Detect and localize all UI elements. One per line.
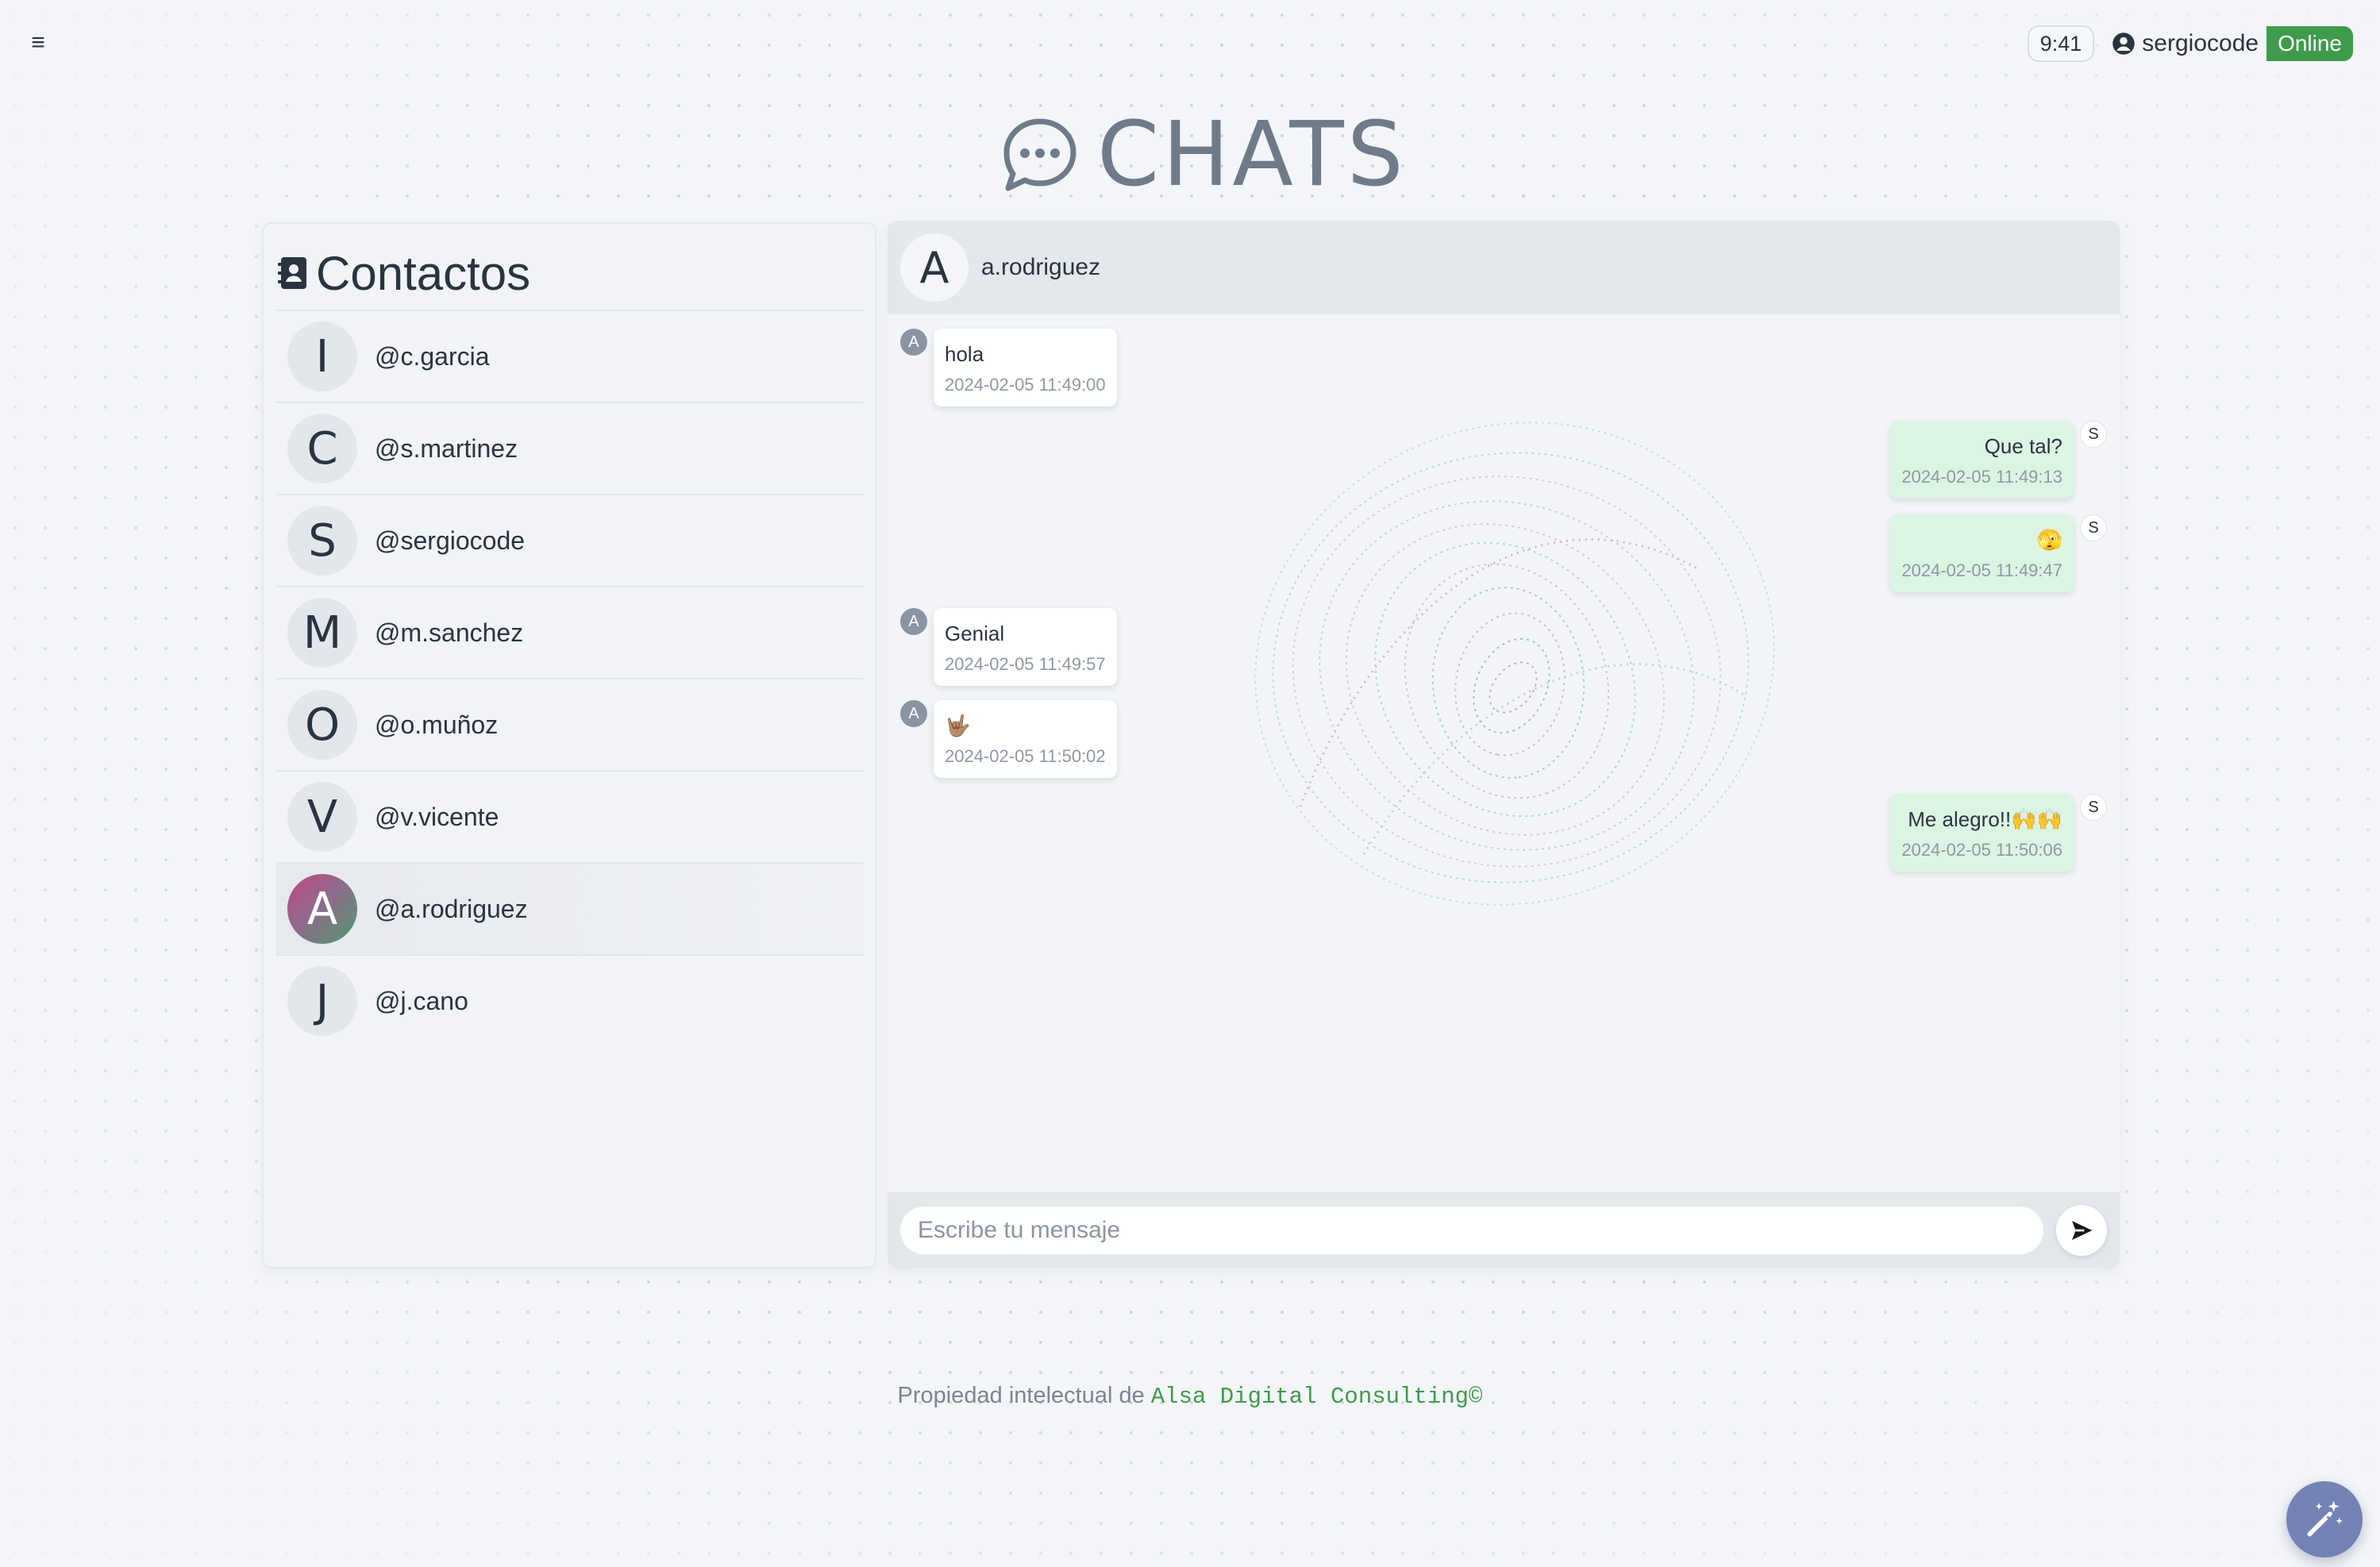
contact-handle: @o.muñoz [375, 710, 499, 739]
sender-avatar: S [2080, 514, 2107, 541]
message-timestamp: 2024-02-05 11:49:13 [1901, 467, 2062, 487]
message-input[interactable] [900, 1207, 2043, 1254]
address-book-icon [278, 257, 306, 289]
chat-contact-name: a.rodriguez [981, 254, 1101, 280]
hamburger-icon: ≡ [31, 29, 45, 56]
message-text: Genial [945, 622, 1005, 645]
chat-header: A a.rodriguez [888, 221, 2120, 314]
sender-avatar: S [2080, 794, 2107, 821]
message-composer [888, 1192, 2120, 1269]
contact-item-active[interactable]: A @a.rodriguez [276, 862, 864, 954]
contact-handle: @c.garcia [375, 341, 490, 371]
sender-avatar: S [2080, 421, 2107, 448]
contact-item[interactable]: C @s.martinez [276, 402, 864, 494]
contact-handle: @j.cano [375, 986, 468, 1015]
message-bubble: Que tal? 2024-02-05 11:49:13 [1890, 421, 2074, 499]
avatar: A [287, 874, 357, 944]
message-area[interactable]: A hola 2024-02-05 11:49:00 S Que tal? 20… [888, 314, 2120, 1269]
contacts-header: Contactos [278, 246, 531, 300]
contact-item[interactable]: S @sergiocode [276, 494, 864, 586]
sender-avatar: A [900, 329, 927, 356]
contacts-panel: Contactos I @c.garcia C @s.martinez S @s… [262, 222, 876, 1269]
avatar: S [287, 506, 357, 576]
chat-bubble-icon [1003, 118, 1076, 191]
message-outgoing: S Me alegro!!🙌🙌 2024-02-05 11:50:06 [1890, 794, 2107, 872]
message-timestamp: 2024-02-05 11:49:47 [1901, 560, 2062, 580]
message-incoming: A hola 2024-02-05 11:49:00 [900, 329, 1117, 406]
contacts-title: Contactos [316, 246, 531, 300]
message-timestamp: 2024-02-05 11:50:06 [1901, 840, 2062, 860]
message-bubble: hola 2024-02-05 11:49:00 [934, 329, 1117, 406]
contact-handle: @s.martinez [375, 433, 518, 463]
send-icon [2072, 1221, 2093, 1240]
wave-art-decoration [1254, 422, 1775, 906]
message-timestamp: 2024-02-05 11:50:02 [945, 746, 1106, 766]
contact-list: I @c.garcia C @s.martinez S @sergiocode … [276, 310, 864, 1046]
sender-avatar: A [900, 608, 927, 635]
message-bubble: 🤟🏽 2024-02-05 11:50:02 [934, 700, 1117, 778]
contact-item[interactable]: O @o.muñoz [276, 678, 864, 770]
page-header: CHATS [1000, 103, 1407, 206]
status-badge: Online [2266, 26, 2353, 61]
username: sergiocode [2142, 30, 2259, 56]
avatar: M [287, 598, 357, 668]
contact-handle: @a.rodriguez [375, 894, 528, 923]
message-outgoing: S Que tal? 2024-02-05 11:49:13 [1890, 421, 2107, 499]
chat-avatar: A [900, 233, 969, 302]
magic-wand-icon [2307, 1500, 2343, 1537]
topbar-status: 9:41 sergiocode Online [2027, 25, 2353, 62]
contact-item[interactable]: M @m.sanchez [276, 586, 864, 678]
message-timestamp: 2024-02-05 11:49:57 [945, 654, 1106, 674]
page-title: CHATS [1097, 103, 1407, 206]
message-bubble: 🫣 2024-02-05 11:49:47 [1890, 514, 2074, 592]
contact-handle: @sergiocode [375, 526, 526, 555]
message-outgoing: S 🫣 2024-02-05 11:49:47 [1890, 514, 2107, 592]
contact-handle: @v.vicente [375, 802, 499, 831]
message-text: 🤟🏽 [945, 714, 971, 737]
message-text: hola [945, 342, 984, 366]
clock: 9:41 [2027, 25, 2095, 62]
message-incoming: A 🤟🏽 2024-02-05 11:50:02 [900, 700, 1117, 778]
sender-avatar: A [900, 700, 927, 727]
contact-item[interactable]: V @v.vicente [276, 770, 864, 862]
footer-prefix: Propiedad intelectual de [897, 1383, 1151, 1408]
message-timestamp: 2024-02-05 11:49:00 [945, 375, 1106, 395]
message-bubble: Me alegro!!🙌🙌 2024-02-05 11:50:06 [1890, 794, 2074, 872]
avatar: J [287, 966, 357, 1036]
message-bubble: Genial 2024-02-05 11:49:57 [934, 608, 1117, 686]
hamburger-menu-button[interactable]: ≡ [24, 29, 52, 57]
avatar: I [287, 321, 357, 391]
footer-brand-link[interactable]: Alsa Digital Consulting© [1151, 1384, 1483, 1410]
contact-item[interactable]: J @j.cano [276, 954, 864, 1046]
contact-handle: @m.sanchez [375, 618, 524, 647]
user-chip[interactable]: sergiocode Online [2112, 26, 2353, 61]
chat-panel: A a.rodriguez A hola 2024-02-05 11:49:00… [888, 221, 2120, 1269]
avatar: O [287, 690, 357, 760]
message-text: 🫣 [2036, 528, 2062, 552]
avatar: V [287, 782, 357, 852]
message-text: Que tal? [1984, 434, 2062, 458]
user-circle-icon [2112, 33, 2135, 55]
send-button[interactable] [2056, 1205, 2107, 1256]
magic-wand-button[interactable] [2286, 1481, 2363, 1557]
message-text: Me alegro!!🙌🙌 [1908, 807, 2062, 831]
message-incoming: A Genial 2024-02-05 11:49:57 [900, 608, 1117, 686]
footer: Propiedad intelectual de Alsa Digital Co… [0, 1383, 2380, 1410]
avatar: C [287, 414, 357, 483]
contact-item[interactable]: I @c.garcia [276, 310, 864, 402]
